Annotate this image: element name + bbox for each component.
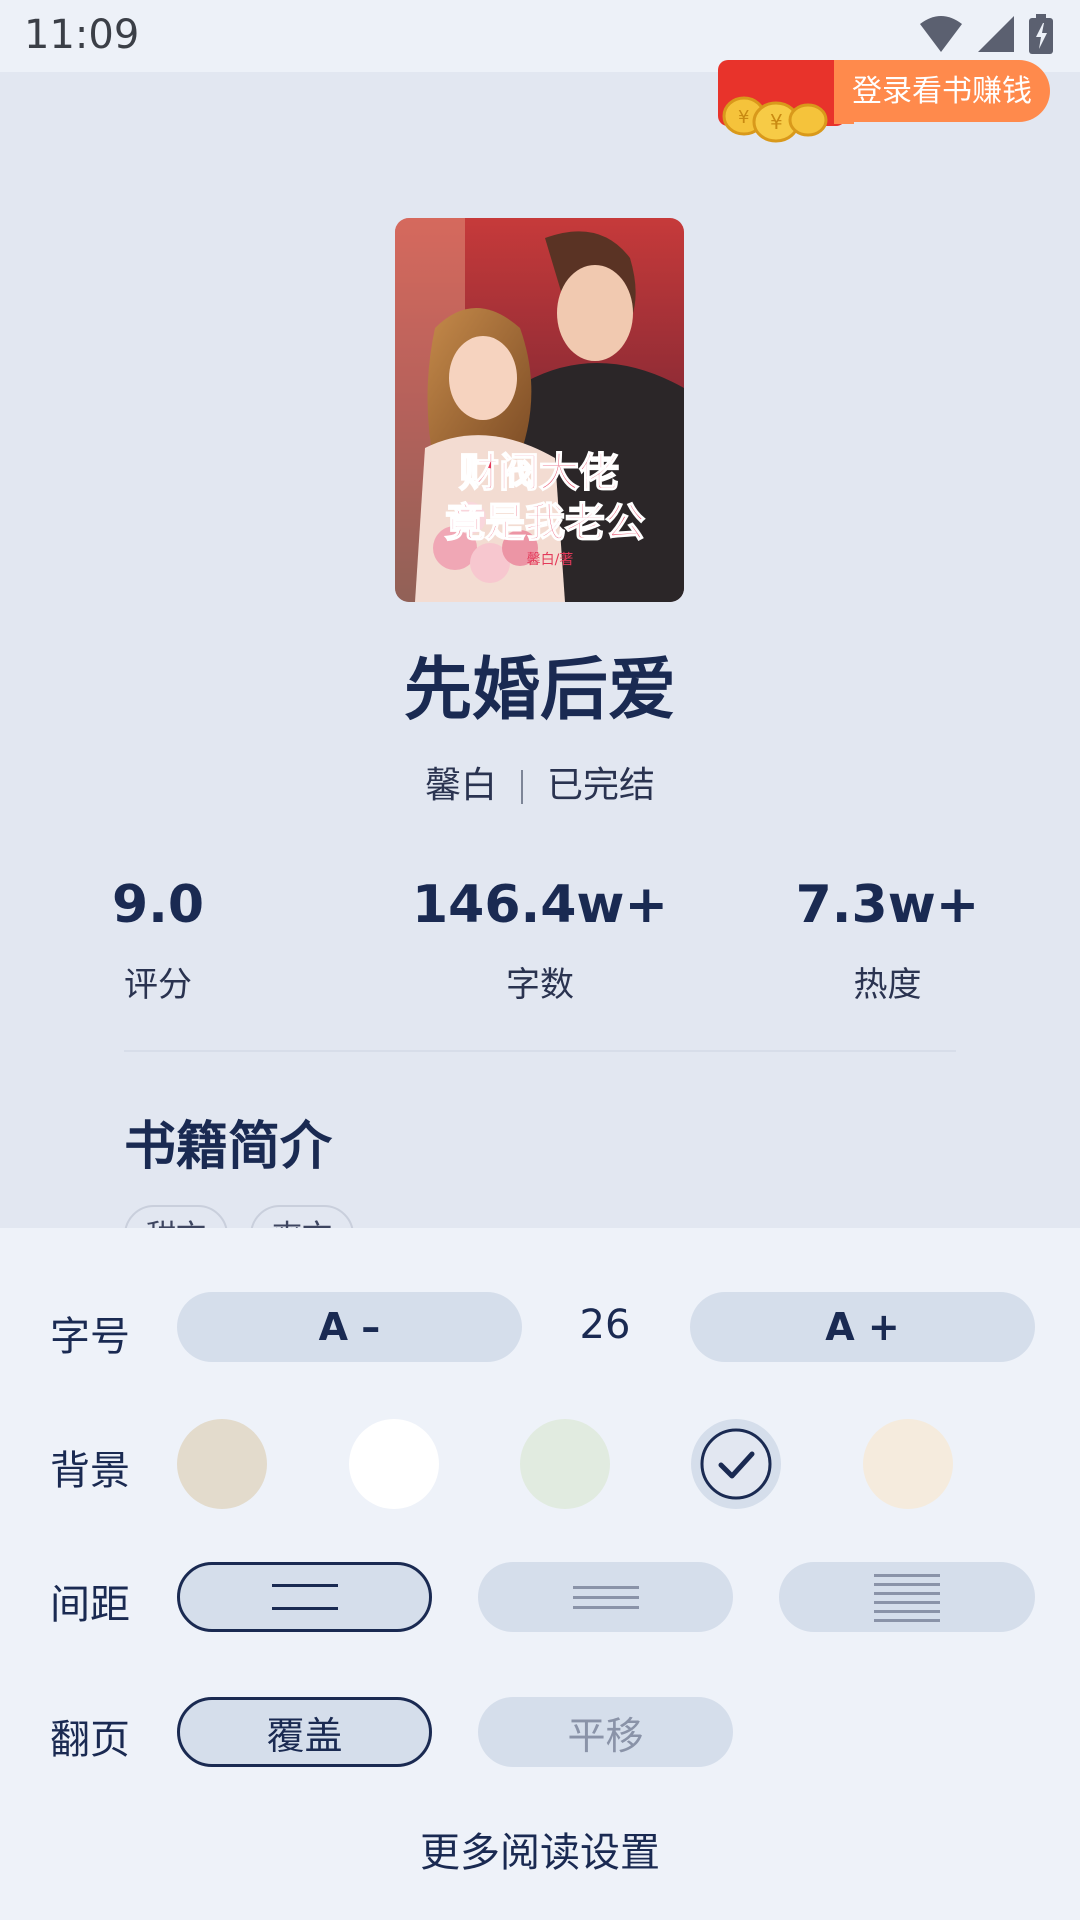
background-swatch-blue-selected[interactable] xyxy=(691,1419,781,1509)
status-icons xyxy=(918,14,1054,54)
cellular-signal-icon xyxy=(978,16,1014,52)
stat-popularity: 7.3w+ 热度 xyxy=(780,875,995,1006)
background-swatch-white[interactable] xyxy=(349,1419,439,1509)
spacing-wide-icon xyxy=(271,1584,338,1610)
font-size-label: 字号 xyxy=(50,1314,130,1360)
stat-rating: 9.0 评分 xyxy=(68,875,248,1006)
status-time: 11:09 xyxy=(24,12,140,58)
battery-icon xyxy=(1029,14,1053,54)
spacing-option-medium[interactable] xyxy=(478,1562,733,1632)
section-divider xyxy=(124,1050,956,1052)
intro-title: 书籍简介 xyxy=(124,1117,333,1177)
book-status: 已完结 xyxy=(547,765,656,806)
stat-label: 热度 xyxy=(853,965,922,1005)
more-reading-settings-link[interactable]: 更多阅读设置 xyxy=(0,1820,1080,1878)
stat-word-count: 146.4w+ 字数 xyxy=(400,875,680,1006)
cover-illustration: 财阀大佬 竟是我老公 馨白/著 xyxy=(395,218,684,602)
stat-label: 评分 xyxy=(124,965,192,1005)
background-swatch-cream[interactable] xyxy=(863,1419,953,1509)
increase-font-button[interactable]: A + xyxy=(690,1292,1035,1362)
cover-title-line1: 财阀大佬 xyxy=(459,449,619,496)
stat-value: 9.0 xyxy=(111,875,205,935)
spacing-option-wide[interactable] xyxy=(177,1562,432,1632)
stat-value: 7.3w+ xyxy=(795,875,980,935)
wifi-icon xyxy=(920,16,962,52)
spacing-label: 间距 xyxy=(50,1582,130,1628)
book-title: 先婚后爱 xyxy=(403,651,676,730)
page-turn-label: 翻页 xyxy=(50,1717,130,1763)
page-turn-slide-option[interactable]: 平移 xyxy=(478,1697,733,1767)
promo-label[interactable]: 登录看书赚钱 xyxy=(852,66,1032,110)
font-size-value: 26 xyxy=(579,1302,631,1348)
meta-divider xyxy=(521,770,523,804)
svg-text:¥: ¥ xyxy=(738,107,749,128)
svg-text:¥: ¥ xyxy=(770,110,783,134)
spacing-option-narrow[interactable] xyxy=(779,1562,1035,1632)
red-envelope-coins-icon: ¥ ¥ xyxy=(718,60,854,143)
spacing-narrow-icon xyxy=(874,1574,940,1622)
background-swatch-green[interactable] xyxy=(520,1419,610,1509)
background-swatch-beige[interactable] xyxy=(177,1419,267,1509)
decrease-font-button[interactable]: A – xyxy=(177,1292,522,1362)
stat-value: 146.4w+ xyxy=(411,875,669,935)
stat-label: 字数 xyxy=(506,965,574,1005)
book-meta: 馨白 已完结 xyxy=(0,756,1080,808)
book-cover[interactable]: 财阀大佬 竟是我老公 馨白/著 xyxy=(395,218,684,602)
cover-author: 馨白/著 xyxy=(527,552,574,568)
check-circle-icon xyxy=(700,1428,772,1500)
book-author[interactable]: 馨白 xyxy=(425,765,497,806)
cover-title-line2: 竟是我老公 xyxy=(445,499,645,546)
page-turn-cover-option[interactable]: 覆盖 xyxy=(177,1697,432,1767)
spacing-medium-icon xyxy=(572,1586,639,1609)
background-label: 背景 xyxy=(50,1448,130,1494)
